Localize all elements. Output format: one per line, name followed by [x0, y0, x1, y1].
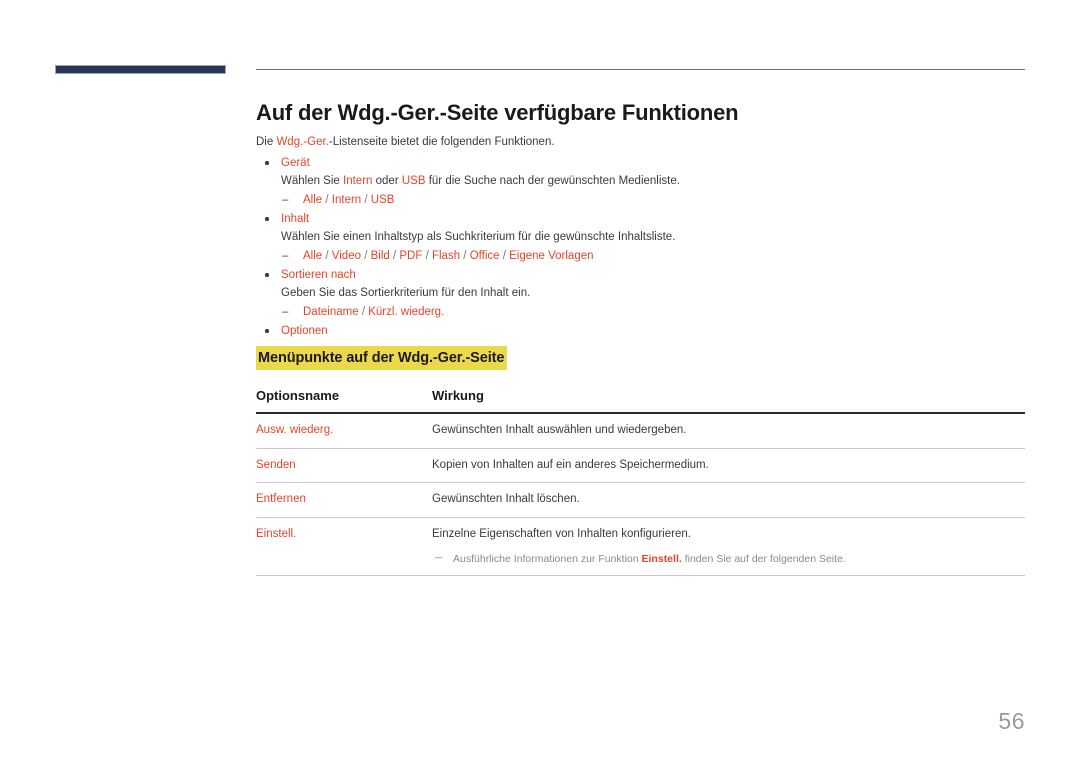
bullet-group: Optionen: [256, 322, 1025, 340]
table-cell-effect: Gewünschten Inhalt auswählen und wiederg…: [432, 423, 1025, 439]
bullet-option: Eigene Vorlagen: [509, 250, 594, 262]
bullet-option: PDF: [399, 250, 423, 262]
table-row: Entfernen Gewünschten Inhalt löschen.: [256, 483, 1025, 518]
note-prefix: Ausführliche Informationen zur Funktion: [453, 553, 642, 566]
bullet-description-text: Geben Sie das Sortierkriterium für den I…: [281, 287, 531, 299]
bullet-description: Geben Sie das Sortierkriterium für den I…: [256, 284, 1025, 303]
bullet-description-text: oder: [372, 175, 402, 187]
table-header-row: Optionsname Wirkung: [256, 388, 1025, 412]
menu-items-table: Optionsname Wirkung Ausw. wiederg. Gewüns…: [256, 388, 1025, 577]
option-separator: /: [460, 250, 470, 262]
table-cell-note: ─ Ausführliche Informationen zur Funktion…: [432, 552, 1025, 566]
bullet-item-0: Gerät: [256, 154, 1025, 172]
bullet-option: Intern: [331, 194, 362, 206]
sub-heading-container: Menüpunkte auf der Wdg.-Ger.-Seite: [256, 346, 508, 371]
option-separator: /: [361, 250, 371, 262]
en-dash-icon: –: [282, 194, 289, 206]
bullet-option: Dateiname: [303, 306, 359, 318]
en-dash-icon: –: [282, 250, 289, 262]
bullet-description-text: für die Suche nach der gewünschten Medie…: [425, 175, 680, 187]
bullet-label: Sortieren nach: [281, 269, 356, 281]
bullet-group: Gerät Wählen Sie Intern oder USB für die …: [256, 154, 1025, 210]
bullet-label: Inhalt: [281, 213, 310, 225]
feature-bullet-list: Gerät Wählen Sie Intern oder USB für die …: [256, 154, 1025, 340]
bullet-label: Optionen: [281, 325, 328, 337]
en-dash-icon: –: [282, 306, 289, 318]
page-title: Auf der Wdg.-Ger.-Seite verfügbare Funkt…: [256, 100, 739, 125]
header-decoration-bar: [55, 65, 226, 74]
table-cell-effect-text: Kopien von Inhalten auf ein anderes Spei…: [432, 458, 709, 471]
table-cell-effect-text: Gewünschten Inhalt löschen.: [432, 493, 580, 506]
option-separator: /: [389, 250, 400, 262]
intro-prefix: Die: [256, 136, 277, 148]
bullet-options-row: – Alle / Video / Bild / PDF / Flash / Off…: [256, 247, 1025, 266]
option-separator: /: [322, 250, 332, 262]
bullet-description-text: Wählen Sie: [281, 175, 344, 187]
table-header-option: Optionsname: [256, 388, 340, 403]
bullet-option: Flash: [431, 250, 461, 262]
table-cell-option: Senden: [256, 458, 296, 471]
bullet-description-accent: Intern: [343, 175, 373, 187]
option-separator: /: [499, 250, 510, 262]
table-row: Senden Kopien von Inhalten auf ein andere…: [256, 449, 1025, 484]
bullet-label: Gerät: [281, 157, 310, 169]
option-separator: /: [322, 194, 332, 206]
bullet-item-3: Optionen: [256, 322, 1025, 340]
bullet-option: Office: [469, 250, 500, 262]
page-number: 56: [998, 708, 1025, 734]
intro-paragraph: Die Wdg.-Ger.-Listenseite bietet die fol…: [256, 134, 555, 150]
table-body: Ausw. wiederg. Gewünschten Inhalt auswähl…: [256, 414, 1025, 577]
table-cell-option: Einstell.: [256, 527, 297, 540]
bullet-option: USB: [370, 194, 395, 206]
bullet-description-text: Wählen Sie einen Inhaltstyp als Suchkrit…: [281, 231, 676, 243]
table-header-effect: Wirkung: [432, 388, 484, 403]
bullet-option: Bild: [370, 250, 390, 262]
bullet-options-row: – Alle / Intern / USB: [256, 191, 1025, 210]
table-cell-effect-text: Einzelne Eigenschaften von Inhalten konf…: [432, 527, 691, 540]
note-accent-term: Einstell.: [641, 553, 682, 566]
table-row: Ausw. wiederg. Gewünschten Inhalt auswähl…: [256, 414, 1025, 449]
bullet-description: Wählen Sie einen Inhaltstyp als Suchkrit…: [256, 228, 1025, 247]
option-separator: /: [361, 194, 371, 206]
intro-suffix: -Listenseite bietet die folgenden Funkti…: [328, 136, 555, 148]
bullet-dot-icon: [265, 273, 269, 277]
bullet-option: Alle: [303, 250, 323, 262]
note-dash-icon: ─: [435, 552, 443, 565]
header-rule: [256, 69, 1025, 70]
bullet-item-2: Sortieren nach: [256, 266, 1025, 284]
bullet-options-row: – Dateiname / Kürzl. wiederg.: [256, 303, 1025, 322]
bullet-description: Wählen Sie Intern oder USB für die Suche…: [256, 172, 1025, 191]
bullet-dot-icon: [265, 329, 269, 333]
bullet-option: Alle: [303, 194, 323, 206]
bullet-group: Inhalt Wählen Sie einen Inhaltstyp als Su…: [256, 210, 1025, 266]
bullet-group: Sortieren nach Geben Sie das Sortierkrite…: [256, 266, 1025, 322]
bullet-dot-icon: [265, 161, 269, 165]
option-separator: /: [422, 250, 432, 262]
table-row: Einstell. Einzelne Eigenschaften von Inha…: [256, 518, 1025, 577]
intro-accent-term: Wdg.-Ger.: [276, 136, 329, 148]
table-cell-option: Ausw. wiederg.: [256, 424, 334, 436]
table-cell-effect-text: Gewünschten Inhalt auswählen und wiederg…: [432, 424, 687, 436]
bullet-description-accent: USB: [401, 175, 426, 187]
bullet-item-1: Inhalt: [256, 210, 1025, 228]
table-cell-effect: Einzelne Eigenschaften von Inhalten konf…: [432, 527, 1025, 567]
bullet-option: Kürzl. wiederg.: [368, 306, 445, 318]
note-suffix: finden Sie auf der folgenden Seite.: [681, 553, 846, 566]
sub-heading-highlighted: Menüpunkte auf der Wdg.-Ger.-Seite: [256, 346, 508, 371]
option-separator: /: [358, 306, 369, 318]
bullet-option: Video: [331, 250, 361, 262]
table-cell-option: Entfernen: [256, 493, 306, 506]
table-cell-effect: Gewünschten Inhalt löschen.: [432, 492, 1025, 508]
bullet-dot-icon: [265, 217, 269, 221]
table-cell-effect: Kopien von Inhalten auf ein anderes Spei…: [432, 458, 1025, 474]
